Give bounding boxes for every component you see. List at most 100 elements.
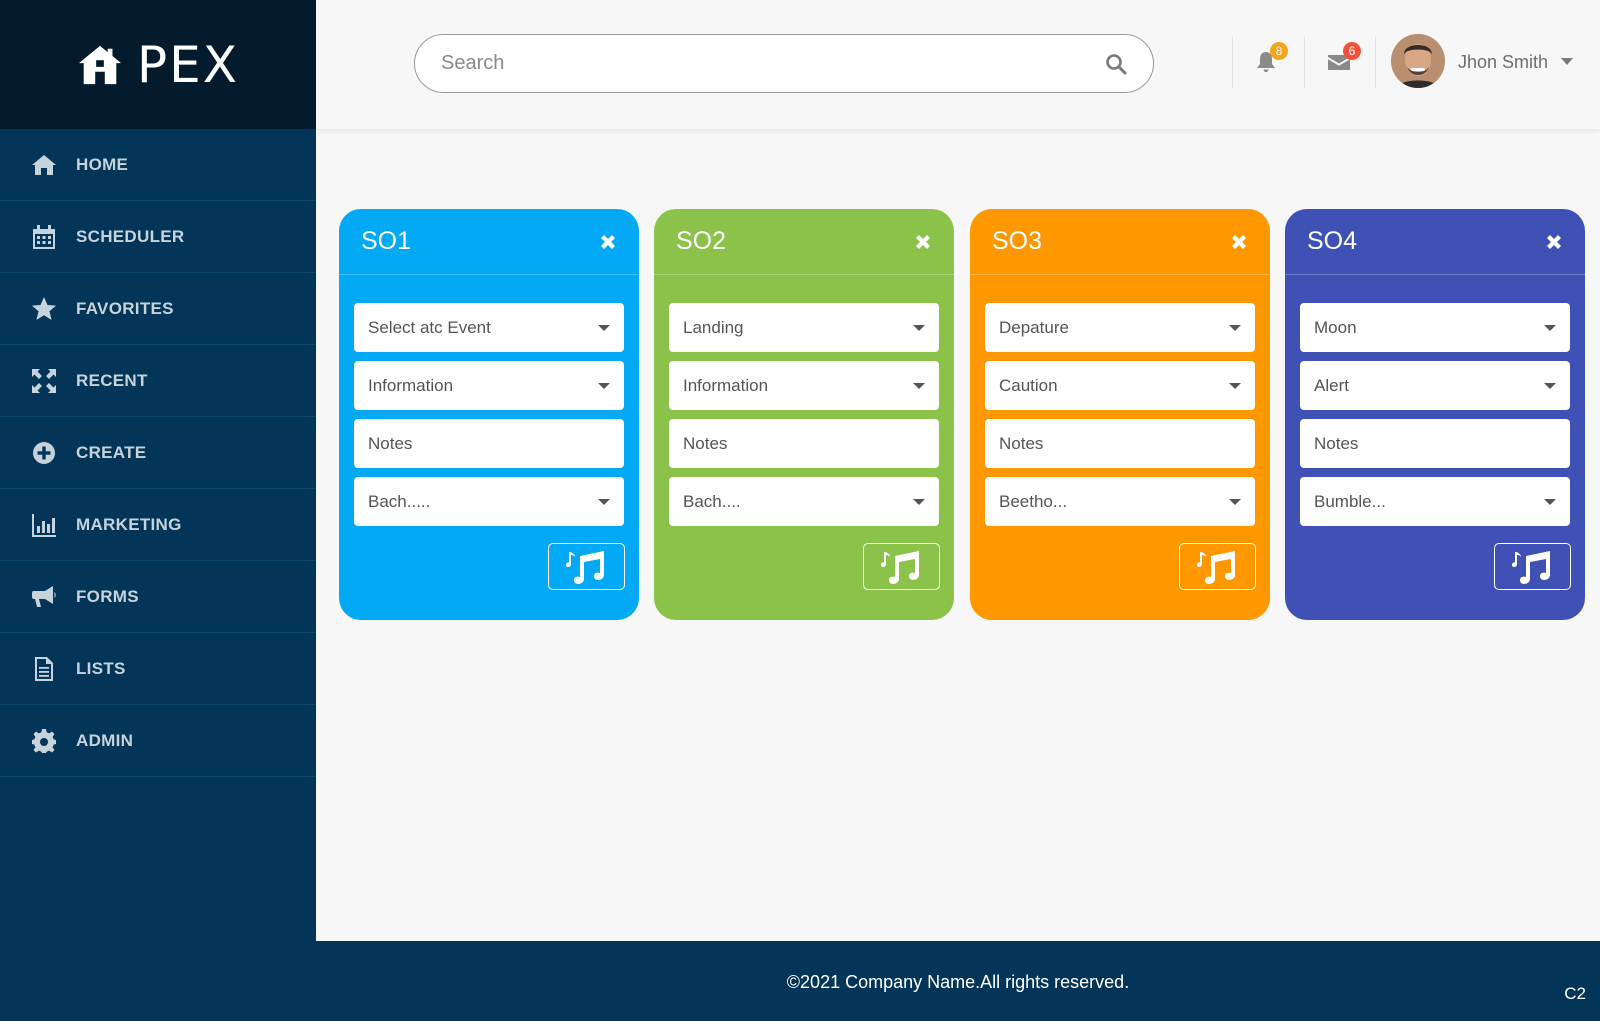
notifications-button[interactable]: 8	[1254, 42, 1288, 76]
play-music-button[interactable]	[863, 543, 940, 590]
caret-down-icon	[913, 382, 925, 389]
brand-name: PEX	[137, 35, 239, 94]
notes-field[interactable]: Notes	[985, 419, 1255, 468]
notes-value: Notes	[683, 433, 728, 453]
select-value: Select atc Event	[368, 317, 491, 337]
type-select[interactable]: Information	[354, 361, 624, 410]
play-music-button[interactable]	[1494, 543, 1571, 590]
notes-field[interactable]: Notes	[669, 419, 939, 468]
select-value: Beetho...	[999, 491, 1068, 511]
type-select[interactable]: Caution	[985, 361, 1255, 410]
notes-value: Notes	[1314, 433, 1359, 453]
select-value: Caution	[999, 375, 1058, 395]
type-select[interactable]: Alert	[1300, 361, 1570, 410]
card-so1: SO1 Select atc Event Information Notes B…	[339, 209, 639, 620]
sidebar-item-label: RECENT	[76, 370, 148, 390]
card-header: SO2	[654, 209, 954, 275]
header-divider	[1304, 36, 1305, 88]
type-select[interactable]: Information	[669, 361, 939, 410]
select-value: Bach.....	[368, 491, 431, 511]
card-title: SO4	[1307, 227, 1358, 255]
caret-down-icon	[1544, 498, 1556, 505]
footer-code: C2	[1564, 984, 1586, 1003]
sidebar-item-lists[interactable]: LISTS	[0, 633, 316, 705]
close-icon[interactable]	[1545, 233, 1563, 251]
home-icon	[78, 45, 122, 84]
notifications-badge: 8	[1270, 42, 1288, 60]
sidebar-item-label: FORMS	[76, 586, 139, 606]
caret-down-icon	[1229, 498, 1241, 505]
music-select[interactable]: Beetho...	[985, 477, 1255, 526]
select-value: Depature	[999, 317, 1069, 337]
sidebar: PEX HOME SCHEDULER FAVORITES RECENT CREA…	[0, 0, 316, 941]
notes-value: Notes	[999, 433, 1044, 453]
card-title: SO2	[676, 227, 727, 255]
close-icon[interactable]	[1230, 233, 1248, 251]
plus-circle-icon	[30, 439, 58, 467]
chevron-down-icon[interactable]	[1561, 58, 1573, 65]
event-select[interactable]: Moon	[1300, 303, 1570, 352]
card-header: SO3	[970, 209, 1270, 275]
close-icon[interactable]	[599, 233, 617, 251]
sidebar-item-forms[interactable]: FORMS	[0, 561, 316, 633]
footer-sidebar-strip	[0, 941, 316, 1021]
caret-down-icon	[598, 324, 610, 331]
messages-button[interactable]: 6	[1327, 42, 1361, 76]
event-select[interactable]: Landing	[669, 303, 939, 352]
home-icon	[30, 151, 58, 179]
avatar[interactable]	[1391, 34, 1445, 88]
sidebar-item-favorites[interactable]: FAVORITES	[0, 273, 316, 345]
select-value: Moon	[1314, 317, 1357, 337]
sidebar-item-scheduler[interactable]: SCHEDULER	[0, 201, 316, 273]
music-select[interactable]: Bach.....	[354, 477, 624, 526]
card-so3: SO3 Depature Caution Notes Beetho...	[970, 209, 1270, 620]
sidebar-item-home[interactable]: HOME	[0, 129, 316, 201]
sidebar-item-label: SCHEDULER	[76, 226, 185, 246]
sidebar-item-recent[interactable]: RECENT	[0, 345, 316, 417]
footer: ©2021 Company Name.All rights reserved. …	[316, 941, 1600, 1021]
calendar-icon	[30, 223, 58, 251]
sidebar-item-label: ADMIN	[76, 730, 134, 750]
user-photo	[1391, 34, 1445, 88]
header-divider	[1375, 36, 1376, 88]
card-fields: Moon Alert Notes Bumble...	[1285, 275, 1585, 526]
caret-down-icon	[1229, 382, 1241, 389]
copyright-text: ©2021 Company Name.All rights reserved.	[786, 972, 1130, 992]
sidebar-item-create[interactable]: CREATE	[0, 417, 316, 489]
play-music-button[interactable]	[1179, 543, 1256, 590]
event-select[interactable]: Select atc Event	[354, 303, 624, 352]
music-notes-icon	[1196, 550, 1235, 584]
top-header: 8 6 Jhon Smith	[316, 0, 1600, 129]
notes-value: Notes	[368, 433, 413, 453]
play-music-button[interactable]	[548, 543, 625, 590]
card-fields: Depature Caution Notes Beetho...	[970, 275, 1270, 526]
brand-logo[interactable]: PEX	[0, 0, 316, 129]
messages-badge: 6	[1343, 42, 1361, 60]
card-header: SO1	[339, 209, 639, 275]
sidebar-nav: HOME SCHEDULER FAVORITES RECENT CREATE M…	[0, 129, 316, 777]
caret-down-icon	[598, 498, 610, 505]
header-divider	[1232, 36, 1233, 88]
sidebar-item-marketing[interactable]: MARKETING	[0, 489, 316, 561]
caret-down-icon	[1544, 324, 1556, 331]
card-fields: Landing Information Notes Bach....	[654, 275, 954, 526]
event-select[interactable]: Depature	[985, 303, 1255, 352]
search-input[interactable]	[415, 52, 1105, 75]
card-title: SO1	[361, 227, 412, 255]
search-bar	[414, 34, 1154, 93]
sidebar-item-admin[interactable]: ADMIN	[0, 705, 316, 777]
search-icon[interactable]	[1105, 53, 1127, 75]
select-value: Alert	[1314, 375, 1349, 395]
notes-field[interactable]: Notes	[1300, 419, 1570, 468]
sidebar-item-label: LISTS	[76, 658, 126, 678]
select-value: Landing	[683, 317, 744, 337]
close-icon[interactable]	[914, 233, 932, 251]
select-value: Bach....	[683, 491, 741, 511]
user-name[interactable]: Jhon Smith	[1458, 52, 1548, 73]
megaphone-icon	[30, 583, 58, 611]
music-select[interactable]: Bumble...	[1300, 477, 1570, 526]
caret-down-icon	[598, 382, 610, 389]
music-select[interactable]: Bach....	[669, 477, 939, 526]
document-icon	[30, 655, 58, 683]
notes-field[interactable]: Notes	[354, 419, 624, 468]
